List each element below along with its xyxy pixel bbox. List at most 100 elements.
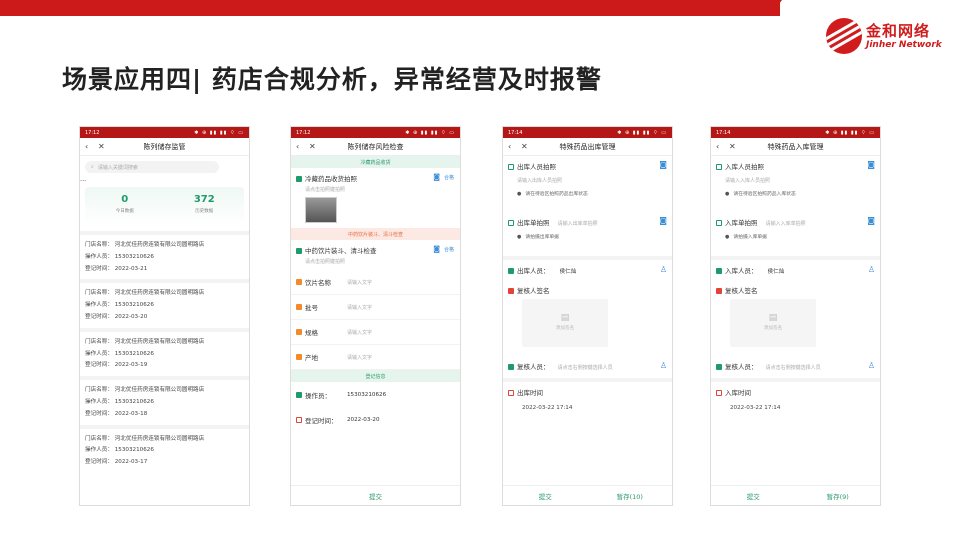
clock-field-icon [296,416,302,423]
phone-screen-risk-check: 17:12 ✱ ⊕ ▮▮ ▮▮ ⌔ ▭ ‹ ✕ 陈列储存风险检查 冷藏药品收货 … [290,126,461,506]
camera-icon[interactable]: ◙ [867,160,875,169]
record-store: 门店名称： 河北优佳药房连锁有限公司圆明路店 [85,435,205,442]
stat-value: 372 [193,194,215,205]
stat-history[interactable]: 372 历史数据 [165,187,245,225]
draft-button[interactable]: 暂存(9) [796,491,881,501]
record-operator: 操作人员： 15303210626 [85,398,154,405]
cold-chain-photo-item: 冷藏药品收货拍照 ◙ 合格 请点击拍照键拍照 [291,168,460,228]
photo-hint: 请点击拍照键拍照 [305,187,346,193]
signature-field: 复核人签名 ▤ 添加签名 [711,280,880,356]
time-field: 入库时间 2022-03-22 17:14 [711,378,880,416]
search-input[interactable]: ⌕ 请输入关键词搜索 [85,161,219,173]
field-label: 出库单拍照 [517,219,550,227]
person-picker-icon[interactable]: ♙ [660,361,667,370]
search-placeholder: 请输入关键词搜索 [97,164,138,171]
list-item[interactable]: 门店名称： 河北优佳药房连锁有限公司圆明路店 操作人员： 15303210626… [80,424,249,473]
record-date: 登记时间： 2022-03-20 [85,313,148,320]
status-icons: ✱ ⊕ ▮▮ ▮▮ ⌔ ▭ [405,129,455,136]
qualified-toggle[interactable]: 合格 [444,246,454,253]
field-input[interactable]: 请输入文字 [347,354,372,361]
photo-hint: 请输入出库人员拍照 [517,178,563,184]
photo-thumbnail[interactable] [305,197,337,223]
draft-button[interactable]: 暂存(10) [588,491,673,501]
edit-field-icon [296,354,302,360]
header-bar [0,0,780,16]
list-item[interactable]: 门店名称： 河北优佳药房连锁有限公司圆明路店 操作人员： 15303210626… [80,376,249,424]
page-title: 场景应用四| 药店合规分析，异常经营及时报警 [62,65,602,94]
field-input[interactable]: 请输入文字 [347,304,372,311]
field-label: 冷藏药品收货拍照 [305,175,357,183]
clock-field-icon [508,390,514,396]
add-signature-button[interactable]: ▤ 添加签名 [522,299,608,347]
person-picker-icon[interactable]: ♙ [868,265,875,274]
form-field[interactable]: 产地 请输入文字 [291,345,460,370]
field-label: 复核人签名 [725,287,758,295]
screen-title: 特殊药品出库管理 [559,142,616,151]
submit-button[interactable]: 提交 [291,491,460,501]
qualified-toggle[interactable]: 合格 [444,174,454,181]
section-header: 中药饮片装斗、清斗检查 [291,228,460,240]
add-signature-button[interactable]: ▤ 添加签名 [730,299,816,347]
staff-photo-item: 入库人员拍照 ◙ 请输入入库人员拍照 请在待验区拍照药品入库状态 [711,156,880,212]
person-picker-icon[interactable]: ♙ [868,361,875,370]
stat-today[interactable]: 0 今日数据 [85,187,165,225]
area-hint: 请在待验区拍照药品出库状态 [517,190,667,197]
bottom-bar: 提交 暂存(10) [503,485,672,505]
field-label: 操作员： [305,391,331,400]
photo-hint: 请输入出库单拍照 [557,221,598,227]
photo-field-icon [296,176,302,182]
field-label: 复核人签名 [517,287,550,295]
field-label: 出库人员拍照 [517,163,556,171]
clock-field-icon [716,390,722,396]
nav-bar: ‹ ✕ 特殊药品出库管理 [503,138,672,156]
logo-globe-icon [826,18,862,54]
camera-icon[interactable]: ◙ [659,160,667,169]
staff-photo-item: 出库人员拍照 ◙ 请输入出库人员拍照 请在待验区拍照药品出库状态 [503,156,672,212]
field-value: 侯仁灿 [767,269,785,275]
phone-screen-display-monitor: 17:12 ✱ ⊕ ▮▮ ▮▮ ⌔ ▭ ‹ ✕ 陈列储存监管 ⌕ 请输入关键词搜… [79,126,250,506]
camera-icon[interactable]: ◙ [433,245,440,253]
list-item[interactable]: 门店名称： 河北优佳药房连锁有限公司圆明路店 操作人员： 15303210626… [80,279,249,327]
camera-icon[interactable]: ◙ [659,216,667,225]
photo-hint: 请输入入库人员拍照 [725,178,771,184]
field-label: 规格 [305,329,318,337]
area-hint: 请在待验区拍照药品入库状态 [725,190,875,197]
field-label: 饮片名称 [305,279,331,287]
more-button[interactable]: ··· [80,177,86,185]
form-field[interactable]: 规格 请输入文字 [291,320,460,345]
record-date: 登记时间： 2022-03-19 [85,362,148,369]
person-field-icon [508,268,514,274]
person-field-icon [716,268,722,274]
logo-name-en: Jinher Network [866,40,942,50]
field-input[interactable]: 请输入文字 [347,279,372,286]
person-field-icon [716,364,722,370]
edit-field-icon [296,329,302,335]
signature-field: 复核人签名 ▤ 添加签名 [503,280,672,356]
list-item[interactable]: 门店名称： 河北优佳药房连锁有限公司圆明路店 操作人员： 15303210626… [80,327,249,376]
field-label: 出库人员： [517,267,550,275]
person-picker-icon[interactable]: ♙ [660,265,667,274]
photo-field-icon [716,220,722,226]
record-operator: 操作人员： 15303210626 [85,253,154,260]
form-field[interactable]: 饮片名称 请输入文字 [291,270,460,295]
submit-button[interactable]: 提交 [503,491,588,501]
nav-bar: ‹ ✕ 特殊药品入库管理 [711,138,880,156]
doc-photo-item: 入库单拍照 请输入入库单拍照 ◙ 请拍摄入库单据 [711,212,880,256]
record-date: 登记时间： 2022-03-21 [85,265,148,272]
record-date: 登记时间： 2022-03-17 [85,459,148,466]
person-field-icon [508,364,514,370]
camera-icon[interactable]: ◙ [867,216,875,225]
form-field[interactable]: 批号 请输入文字 [291,295,460,320]
field-label: 入库人员： [725,267,758,275]
submit-button[interactable]: 提交 [711,491,796,501]
camera-icon[interactable]: ◙ [433,173,440,181]
photo-hint: 请点击拍照键拍照 [305,259,346,265]
field-input[interactable]: 请输入文字 [347,329,372,336]
reviewer-field: 复核人员： 请点击右侧按键选择人员 ♙ [503,356,672,378]
field-value: 15303210626 [347,391,387,398]
list-item[interactable]: 门店名称： 河北优佳药房连锁有限公司圆明路店 操作人员： 15303210626… [80,231,249,279]
status-icons: ✱ ⊕ ▮▮ ▮▮ ⌔ ▭ [825,129,875,136]
field-label: 登记时间： [305,416,338,425]
herbal-check-item: 中药饮片装斗、清斗检查 ◙ 合格 请点击拍照键拍照 [291,240,460,270]
status-bar: 17:12 ✱ ⊕ ▮▮ ▮▮ ⌔ ▭ [80,127,249,138]
